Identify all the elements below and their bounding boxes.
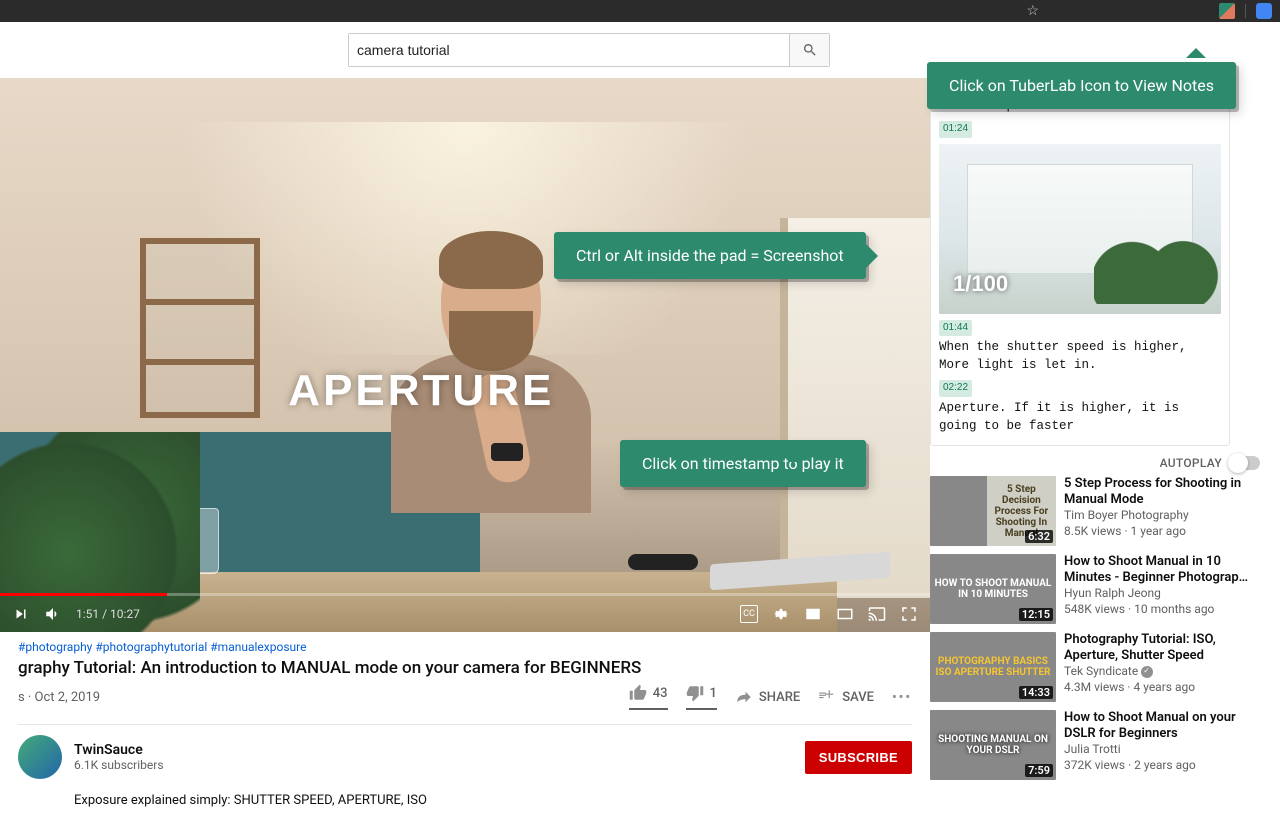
rec-title: 5 Step Process for Shooting in Manual Mo…	[1064, 476, 1260, 508]
dislike-count: 1	[710, 686, 717, 701]
rec-thumbnail: HOW TO SHOOT MANUAL IN 10 MINUTES 12:15	[930, 554, 1056, 624]
next-icon[interactable]	[12, 605, 30, 623]
note-timestamp[interactable]: 01:24	[939, 121, 972, 138]
browser-chrome-bar: ☆	[0, 0, 1280, 22]
callout-screenshot: Ctrl or Alt inside the pad = Screenshot	[554, 232, 866, 279]
search-icon	[802, 42, 818, 58]
hashtags[interactable]: #photography #photographytutorial #manua…	[18, 640, 912, 654]
rec-meta: 8.5K views · 1 year ago	[1064, 524, 1260, 540]
main-content: APERTURE 1:51 / 10:27 CC #photography #p…	[0, 78, 1280, 800]
playlist-add-icon	[818, 688, 836, 706]
autoplay-row: AUTOPLAY	[930, 456, 1260, 470]
settings-gear-icon[interactable]	[772, 605, 790, 623]
video-description: Exposure explained simply: SHUTTER SPEED…	[74, 793, 912, 808]
tuberlab-notes-panel[interactable]: Shutter Speed. 01:24 1/100 01:44 When th…	[930, 88, 1230, 446]
bookmark-star-icon[interactable]: ☆	[1026, 3, 1039, 19]
cast-extension-icon[interactable]	[1256, 3, 1272, 19]
primary-column: APERTURE 1:51 / 10:27 CC #photography #p…	[0, 78, 930, 800]
rec-channel: Tim Boyer Photography	[1064, 508, 1260, 524]
fullscreen-icon[interactable]	[900, 605, 918, 623]
share-icon	[735, 688, 753, 706]
secondary-column: Shutter Speed. 01:24 1/100 01:44 When th…	[930, 78, 1280, 800]
search-input[interactable]	[349, 34, 789, 66]
tuberlab-extension-icon[interactable]	[1219, 3, 1235, 19]
callout-tuberlab: Click on TuberLab Icon to View Notes	[927, 62, 1236, 109]
player-controls: 1:51 / 10:27 CC	[0, 596, 930, 632]
dislike-button[interactable]: 1	[686, 684, 717, 710]
video-text-overlay: APERTURE	[288, 366, 554, 416]
note-screenshot: 1/100	[939, 144, 1221, 314]
rec-title: How to Shoot Manual in 10 Minutes - Begi…	[1064, 554, 1260, 586]
recommendation-item[interactable]: SHOOTING MANUAL ON YOUR DSLR 7:59 How to…	[930, 710, 1260, 780]
cast-icon[interactable]	[868, 605, 886, 623]
subscriber-count: 6.1K subscribers	[74, 758, 164, 772]
video-info: #photography #photographytutorial #manua…	[0, 632, 930, 816]
rec-thumbnail: 5 Step Decision Process For Shooting In …	[930, 476, 1056, 546]
volume-icon[interactable]	[44, 605, 62, 623]
separator	[1245, 4, 1246, 18]
rec-meta: 4.3M views · 4 years ago	[1064, 680, 1260, 696]
search-container	[348, 33, 830, 67]
note-timestamp[interactable]: 02:22	[939, 380, 972, 397]
recommendation-item[interactable]: HOW TO SHOOT MANUAL IN 10 MINUTES 12:15 …	[930, 554, 1260, 624]
screenshot-overlay-text: 1/100	[953, 268, 1008, 300]
rec-meta: 372K views · 2 years ago	[1064, 758, 1260, 774]
video-player[interactable]: APERTURE 1:51 / 10:27 CC	[0, 78, 930, 632]
theater-icon[interactable]	[836, 605, 854, 623]
subscribe-button[interactable]: SUBSCRIBE	[805, 741, 912, 774]
save-button[interactable]: SAVE	[818, 688, 874, 706]
duration-badge: 14:33	[1019, 686, 1053, 699]
time-display: 1:51 / 10:27	[76, 607, 140, 621]
note-line: When the shutter speed is higher, More l…	[939, 338, 1221, 374]
verified-icon	[1141, 666, 1153, 678]
channel-avatar[interactable]	[18, 735, 62, 779]
recommendation-item[interactable]: 5 Step Decision Process For Shooting In …	[930, 476, 1260, 546]
rec-title: How to Shoot Manual on your DSLR for Beg…	[1064, 710, 1260, 742]
channel-row: TwinSauce 6.1K subscribers SUBSCRIBE	[18, 735, 912, 779]
duration-badge: 12:15	[1019, 608, 1053, 621]
note-line: Aperture. If it is higher, it is going t…	[939, 399, 1221, 435]
video-meta: s · Oct 2, 2019	[18, 690, 100, 705]
video-title: graphy Tutorial: An introduction to MANU…	[18, 658, 912, 678]
like-button[interactable]: 43	[629, 684, 668, 710]
autoplay-toggle[interactable]	[1230, 456, 1260, 470]
rec-thumbnail: SHOOTING MANUAL ON YOUR DSLR 7:59	[930, 710, 1056, 780]
share-button[interactable]: SHARE	[735, 688, 800, 706]
channel-name[interactable]: TwinSauce	[74, 742, 164, 758]
rec-channel: Hyun Ralph Jeong	[1064, 586, 1260, 602]
duration-badge: 7:59	[1025, 764, 1053, 777]
rec-channel: Julia Trotti	[1064, 742, 1260, 758]
cc-icon[interactable]: CC	[740, 605, 758, 623]
autoplay-label: AUTOPLAY	[1160, 456, 1222, 470]
miniplayer-icon[interactable]	[804, 605, 822, 623]
thumb-down-icon	[686, 684, 704, 702]
thumb-up-icon	[629, 684, 647, 702]
duration-badge: 6:32	[1025, 530, 1053, 543]
recommendation-item[interactable]: PHOTOGRAPHY BASICS ISO APERTURE SHUTTER …	[930, 632, 1260, 702]
callout-timestamp: Click on timestamp to play it	[620, 440, 866, 487]
like-count: 43	[653, 686, 668, 701]
more-actions-button[interactable]: •••	[892, 690, 912, 705]
search-button[interactable]	[789, 34, 829, 66]
rec-title: Photography Tutorial: ISO, Aperture, Shu…	[1064, 632, 1260, 664]
rec-meta: 548K views · 10 months ago	[1064, 602, 1260, 618]
rec-thumbnail: PHOTOGRAPHY BASICS ISO APERTURE SHUTTER …	[930, 632, 1056, 702]
note-timestamp[interactable]: 01:44	[939, 320, 972, 337]
rec-channel: Tek Syndicate	[1064, 664, 1260, 680]
